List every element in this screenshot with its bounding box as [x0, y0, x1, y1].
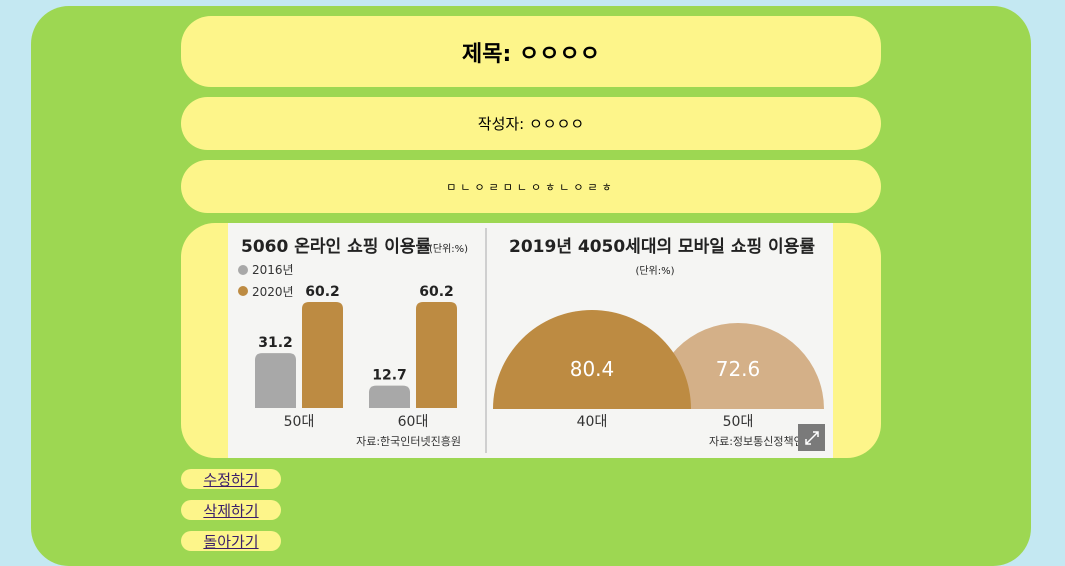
semicircle-value-label: 72.6	[716, 357, 761, 381]
semicircle-category-label: 40대	[577, 414, 608, 430]
expand-image-button[interactable]	[798, 424, 825, 451]
infographic-svg: 5060 온라인 쇼핑 이용률 (단위:%) 2016년 2020년 31.2 6…	[238, 228, 824, 453]
right-chart-unit: (단위:%)	[635, 264, 674, 277]
post-content: ㅁㄴㅇㄹㅁㄴㅇㅎㄴㅇㄹㅎ	[446, 180, 616, 194]
expand-icon	[804, 430, 819, 445]
bar-category-label: 50대	[284, 414, 315, 430]
bar-60대-2020년	[416, 302, 457, 408]
post-title-box: 제목: ㅇㅇㅇㅇ	[181, 16, 881, 87]
bar-60대-2016년	[369, 385, 410, 408]
bar-value-label: 31.2	[258, 335, 293, 351]
post-image-box: 5060 온라인 쇼핑 이용률 (단위:%) 2016년 2020년 31.2 6…	[181, 223, 881, 458]
legend-label-2016: 2016년	[252, 263, 294, 277]
bar-50대-2016년	[255, 353, 296, 408]
bar-category-label: 60대	[398, 414, 429, 430]
infographic-image: 5060 온라인 쇼핑 이용률 (단위:%) 2016년 2020년 31.2 6…	[228, 223, 833, 458]
semicircle-category-label: 50대	[723, 414, 754, 430]
left-chart-unit: (단위:%)	[429, 242, 468, 255]
post-content-box: ㅁㄴㅇㄹㅁㄴㅇㅎㄴㅇㄹㅎ	[181, 160, 881, 213]
right-chart-title: 2019년 4050세대의 모바일 쇼핑 이용률	[509, 237, 815, 257]
left-chart-source: 자료:한국인터넷진흥원	[356, 434, 461, 448]
semicircle-value-label: 80.4	[570, 357, 615, 381]
post-author: 작성자: ㅇㅇㅇㅇ	[477, 115, 585, 133]
legend-dot-2020	[238, 286, 248, 296]
delete-button[interactable]: 삭제하기	[181, 500, 281, 520]
bar-chart-marks: 31.2 60.2 50대 12.7 60.2 60대	[255, 284, 457, 430]
back-button[interactable]: 돌아가기	[181, 531, 281, 551]
left-chart-title: 5060 온라인 쇼핑 이용률	[241, 237, 432, 257]
edit-button[interactable]: 수정하기	[181, 469, 281, 489]
post-author-box: 작성자: ㅇㅇㅇㅇ	[181, 97, 881, 150]
legend-label-2020: 2020년	[252, 285, 294, 299]
post-title: 제목: ㅇㅇㅇㅇ	[462, 41, 600, 67]
bar-value-label: 60.2	[305, 284, 340, 300]
bar-value-label: 60.2	[419, 284, 454, 300]
bar-value-label: 12.7	[372, 368, 407, 384]
semicircle-chart-marks: 80.4 40대 72.6 50대	[493, 310, 824, 430]
bar-50대-2020년	[302, 302, 343, 408]
legend-dot-2016	[238, 265, 248, 275]
